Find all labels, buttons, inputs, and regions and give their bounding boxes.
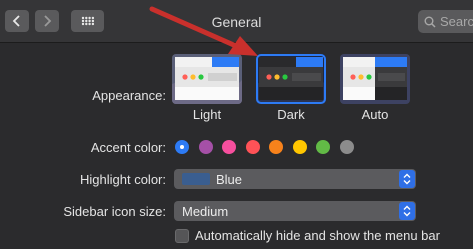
auto-caption: Auto: [361, 107, 389, 122]
appearance-light-option[interactable]: [172, 54, 242, 104]
window-title: General: [211, 14, 262, 30]
popup-arrows-icon: [399, 202, 415, 220]
search-input[interactable]: [440, 14, 473, 29]
dark-caption: Dark: [277, 107, 305, 122]
search-icon: [424, 16, 436, 28]
menu-bar-autohide-label: Automatically hide and show the menu bar: [195, 228, 440, 243]
highlight-color-popup[interactable]: Blue: [174, 169, 416, 189]
accent-swatch-green[interactable]: [316, 140, 330, 154]
accent-swatch-purple[interactable]: [198, 140, 213, 154]
sidebar-icon-size-label: Sidebar icon size:: [63, 204, 166, 219]
accent-swatch-orange[interactable]: [269, 140, 283, 154]
accent-swatch-graphite[interactable]: [339, 140, 354, 154]
auto-mode-preview: [340, 54, 410, 104]
accent-color-label: Accent color:: [90, 140, 166, 155]
popup-arrows-icon: [399, 170, 415, 188]
sidebar-icon-size-value: Medium: [182, 203, 229, 219]
highlight-color-swatch: [182, 173, 210, 185]
menu-bar-autohide-checkbox[interactable]: [175, 229, 189, 243]
toolbar: General: [0, 0, 473, 43]
light-caption: Light: [192, 107, 222, 122]
selected-appearance-ring: [256, 54, 326, 104]
accent-swatch-blue[interactable]: [175, 140, 189, 154]
accent-swatch-pink[interactable]: [222, 140, 236, 154]
accent-swatch-yellow[interactable]: [292, 140, 307, 154]
appearance-auto-option[interactable]: [340, 54, 410, 104]
accent-swatch-red[interactable]: [245, 140, 260, 154]
appearance-label: Appearance:: [92, 88, 166, 103]
highlight-color-value: Blue: [216, 171, 243, 187]
sidebar-icon-size-popup[interactable]: Medium: [174, 201, 416, 221]
light-mode-preview: [172, 54, 242, 104]
search-field[interactable]: [418, 10, 473, 33]
highlight-color-label: Highlight color:: [80, 172, 166, 187]
